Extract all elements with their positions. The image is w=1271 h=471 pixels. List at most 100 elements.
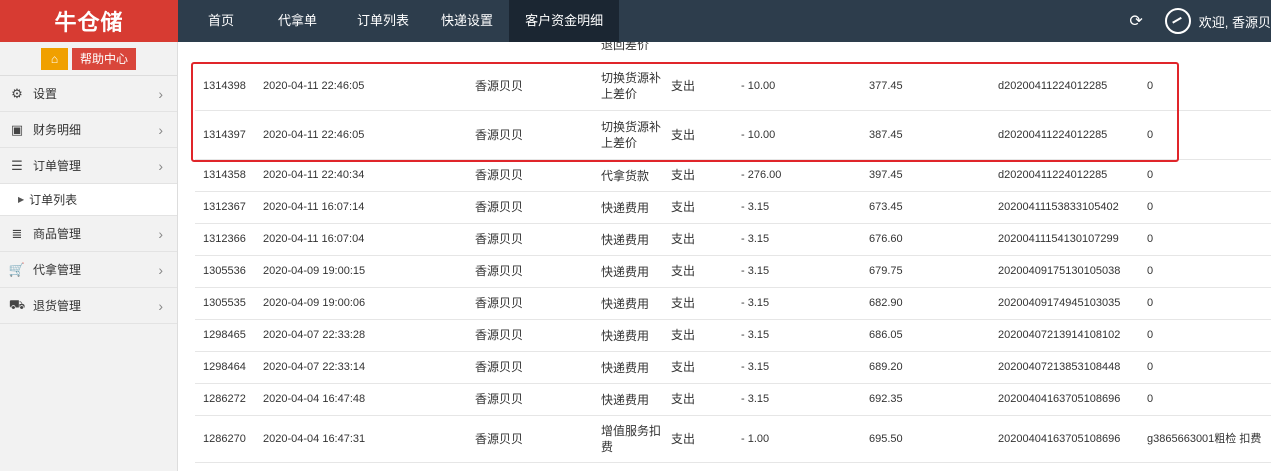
- sidebar-item-label: 订单管理: [33, 159, 82, 173]
- cell-balance: 686.05: [869, 329, 903, 341]
- refresh-icon[interactable]: ⟳: [1129, 11, 1142, 31]
- cell-user: 香源贝贝: [475, 264, 524, 278]
- truck-icon: ⛟: [8, 296, 26, 312]
- cell-time: 2020-04-11 22:46:05: [263, 128, 365, 141]
- cell-time: 2020-04-11 16:07:04: [263, 233, 365, 245]
- cell-direction: 支出: [671, 127, 696, 142]
- cell-note: g3865663001粗检 扣费: [1147, 432, 1262, 445]
- sidebar-item-products[interactable]: ≣ 商品管理 ›: [0, 216, 177, 252]
- cell-balance: 682.90: [869, 297, 903, 309]
- cell-id: 1312367: [203, 201, 246, 213]
- cell-id: 1312366: [203, 233, 246, 245]
- cell-note: 0: [1147, 393, 1154, 405]
- table-row: 1305536 2020-04-09 19:00:15 香源贝贝 快递费用 支出 - 3.…: [195, 256, 1271, 288]
- list-icon: ☰: [11, 157, 23, 173]
- cell-order-no: 20200409174945103035: [998, 297, 1121, 309]
- cell-order-no: 20200407213853108448: [998, 361, 1121, 373]
- cell-user: 香源贝贝: [475, 168, 524, 182]
- cell-time: 2020-04-04 16:47:48: [263, 393, 366, 405]
- chevron-right-icon: ›: [158, 297, 163, 314]
- cell-type: 快递费用: [601, 296, 650, 311]
- nav-express-settings[interactable]: 快递设置: [425, 0, 509, 42]
- cell-type: 快递费用: [601, 392, 650, 407]
- home-button[interactable]: ⌂: [40, 47, 68, 70]
- cell-amount: - 10.00: [741, 79, 776, 92]
- nav-customer-funds[interactable]: 客户资金明细: [509, 0, 620, 42]
- cell-balance: 387.45: [869, 128, 903, 141]
- welcome-text[interactable]: 欢迎, 香源贝: [1199, 12, 1271, 31]
- chevron-right-icon: ›: [158, 157, 163, 174]
- cell-type: 快递费用: [601, 232, 650, 247]
- cell-id: 1314358: [203, 169, 246, 181]
- cell-note: 0: [1147, 201, 1154, 213]
- table-row: 1314398 2020-04-11 22:46:05 香源贝贝 切换货源补上差价 支出…: [195, 62, 1271, 111]
- table-row: 1312367 2020-04-11 16:07:14 香源贝贝 快递费用 支出 - 3.…: [195, 192, 1271, 224]
- cell-order-no: 20200411154130107299: [998, 233, 1119, 245]
- cell-note: 0: [1147, 169, 1154, 181]
- table-row: 1298464 2020-04-07 22:33:14 香源贝贝 快递费用 支出 - 3.…: [195, 352, 1271, 384]
- cell-order-no: d20200411224012285: [998, 79, 1108, 92]
- table-row: 1305535 2020-04-09 19:00:06 香源贝贝 快递费用 支出 - 3.…: [195, 288, 1271, 320]
- cell-balance: 695.50: [869, 432, 903, 445]
- sidebar-subitem-order-list[interactable]: ▶ 订单列表: [0, 184, 177, 216]
- logo-text: 牛仓储: [54, 10, 124, 35]
- cell-amount: - 3.15: [741, 361, 770, 373]
- sidebar-item-label: 退货管理: [33, 299, 82, 313]
- cart-icon: 🛒: [8, 261, 26, 277]
- cell-user: 香源贝贝: [475, 232, 524, 246]
- sidebar-item-returns[interactable]: ⛟ 退货管理 ›: [0, 288, 177, 324]
- cell-user: 香源贝贝: [475, 360, 524, 374]
- help-center-button[interactable]: 帮助中心: [71, 47, 136, 70]
- cell-type: 快递费用: [601, 328, 650, 343]
- cell-user: 香源贝贝: [475, 78, 524, 93]
- cell-note: 0: [1147, 329, 1154, 341]
- table-row: 1312366 2020-04-11 16:07:04 香源贝贝 快递费用 支出 - 3.…: [195, 224, 1271, 256]
- nav-order-list[interactable]: 订单列表: [341, 0, 425, 42]
- nav-home[interactable]: 首页: [192, 0, 250, 42]
- sidebar-item-orders[interactable]: ☰ 订单管理 ›: [0, 148, 177, 184]
- cell-balance: 673.45: [869, 201, 903, 213]
- cell-type: 退回差价: [601, 42, 650, 52]
- sidebar-item-finance[interactable]: ▣ 财务明细 ›: [0, 112, 177, 148]
- cell-direction: 支出: [671, 264, 696, 278]
- cell-balance: 676.60: [869, 233, 903, 245]
- cell-type: 切换货源补上差价: [601, 71, 662, 101]
- cell-order-no: 20200404163705108696: [998, 393, 1121, 405]
- caret-right-icon: ▶: [18, 195, 25, 204]
- cell-balance: 689.20: [869, 361, 903, 373]
- cell-id: 1314397: [203, 128, 246, 141]
- sidebar-item-label: 商品管理: [33, 227, 82, 241]
- chevron-right-icon: ›: [158, 225, 163, 242]
- cell-user: 香源贝贝: [475, 296, 524, 310]
- cell-note: 0: [1147, 361, 1154, 373]
- cell-time: 2020-04-07 22:33:14: [263, 361, 366, 373]
- cell-note: 0: [1147, 233, 1154, 245]
- sidebar-item-settings[interactable]: ⚙ 设置 ›: [0, 76, 177, 112]
- cell-time: 2020-04-09 19:00:15: [263, 265, 366, 277]
- cell-type: 代拿货款: [601, 168, 650, 183]
- sidebar-item-label: 代拿管理: [33, 263, 82, 277]
- gear-icon: ⚙: [11, 85, 23, 101]
- cell-order-no: 20200404163705108696: [998, 432, 1121, 445]
- cell-balance: 377.45: [869, 79, 903, 92]
- table-row-partial: 退回差价: [195, 42, 1271, 54]
- nav-proxy-orders[interactable]: 代拿单: [262, 0, 333, 42]
- brand-logo[interactable]: 牛仓储: [0, 0, 178, 42]
- cell-type: 快递费用: [601, 200, 650, 215]
- cell-amount: - 3.15: [741, 297, 770, 309]
- cell-time: 2020-04-09 19:00:06: [263, 297, 366, 309]
- cell-direction: 支出: [671, 232, 696, 246]
- sidebar-item-proxy-purchase[interactable]: 🛒 代拿管理 ›: [0, 252, 177, 288]
- briefcase-icon: ▣: [10, 121, 24, 137]
- chevron-right-icon: ›: [158, 85, 163, 102]
- cell-time: 2020-04-04 16:47:31: [263, 432, 366, 445]
- cell-user: 香源贝贝: [475, 392, 524, 406]
- sidebar-subitem-label: 订单列表: [29, 193, 78, 207]
- table-row: 1298465 2020-04-07 22:33:28 香源贝贝 快递费用 支出 - 3.…: [195, 320, 1271, 352]
- cell-balance: 692.35: [869, 393, 903, 405]
- cell-note: 0: [1147, 128, 1154, 141]
- cell-note: 0: [1147, 265, 1154, 277]
- cell-amount: - 10.00: [741, 128, 776, 141]
- share-user-icon[interactable]: [1164, 8, 1191, 34]
- cell-time: 2020-04-07 22:33:28: [263, 329, 366, 341]
